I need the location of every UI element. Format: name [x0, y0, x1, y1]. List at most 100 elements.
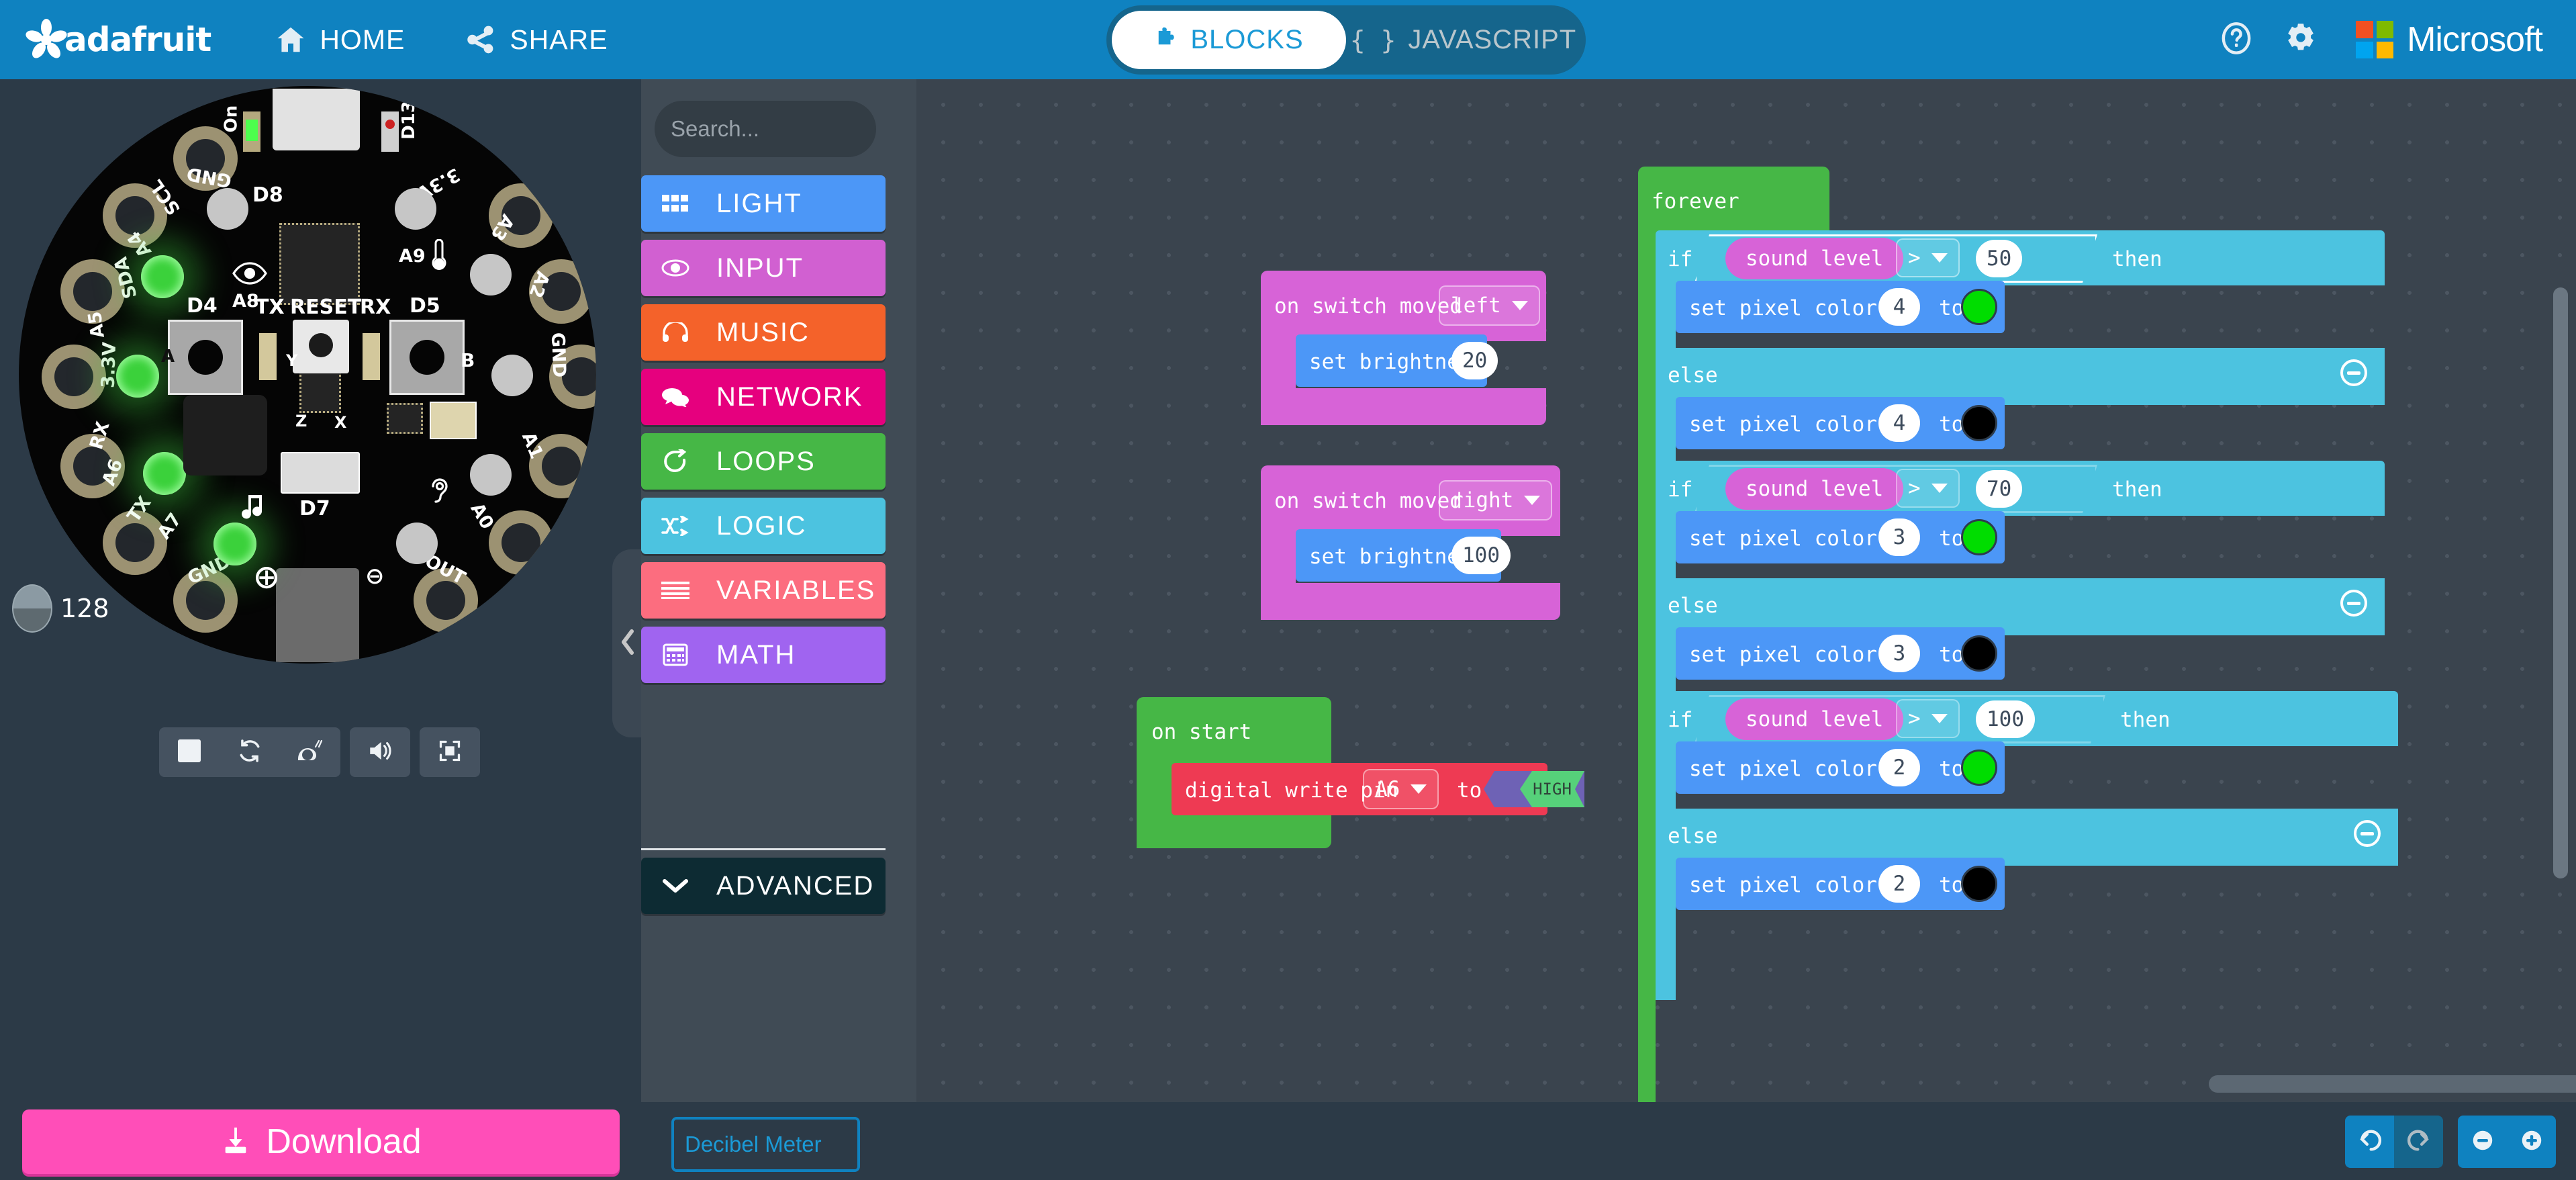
remove-else-button-1[interactable] — [2340, 359, 2367, 386]
pad-33v-left[interactable] — [42, 345, 106, 409]
pixel-color-swatch[interactable] — [1961, 405, 1997, 441]
chevron-down-icon — [1931, 484, 1948, 493]
pixel-index-field[interactable]: 4 — [1878, 404, 1920, 442]
block-forever[interactable]: forever if sound level > 50 then set pix… — [1638, 167, 2558, 1102]
block-set-pixel-color-3b[interactable]: set pixel color at 2 to — [1676, 858, 2005, 910]
tab-blocks[interactable]: BLOCKS — [1112, 11, 1346, 69]
chevron-left-icon — [619, 627, 636, 660]
if-label-1: if — [1668, 247, 1693, 271]
threshold-field-1[interactable]: 50 — [1976, 240, 2023, 277]
collapse-simulator-button[interactable] — [612, 549, 643, 737]
slider-knob[interactable] — [12, 584, 52, 633]
undo-button[interactable] — [2345, 1116, 2394, 1168]
project-name-box[interactable] — [671, 1117, 860, 1172]
workspace-vertical-scrollbar[interactable] — [2553, 287, 2568, 878]
project-name-input[interactable] — [674, 1120, 857, 1169]
operator-dropdown-1[interactable]: > — [1896, 238, 1960, 277]
slow-motion-button[interactable] — [280, 727, 340, 777]
redo-button[interactable] — [2394, 1116, 2443, 1168]
pixel-color-swatch[interactable] — [1961, 750, 1997, 786]
pixel-index-field[interactable]: 3 — [1878, 635, 1920, 672]
block-set-pixel-color-3a[interactable]: set pixel color at 2 to — [1676, 741, 2005, 794]
adafruit-brand[interactable]: adafruit — [26, 19, 211, 60]
zoom-in-button[interactable] — [2507, 1116, 2556, 1168]
operator-dropdown-3[interactable]: > — [1896, 699, 1960, 738]
threshold-value-1: 50 — [1987, 246, 2012, 271]
share-button[interactable]: SHARE — [445, 0, 628, 79]
block-on-switch-moved-left[interactable]: on switch moved left set brightness 20 — [1261, 271, 1546, 425]
download-button[interactable]: Download — [22, 1109, 620, 1174]
pixel-color-swatch[interactable] — [1961, 519, 1997, 555]
home-button[interactable]: HOME — [255, 0, 425, 79]
light-sensor-slider[interactable]: 128 — [12, 584, 109, 633]
operator-dropdown-2[interactable]: > — [1896, 469, 1960, 508]
category-network[interactable]: NETWORK — [641, 369, 886, 425]
stop-button[interactable] — [159, 727, 220, 777]
help-button[interactable] — [2204, 0, 2269, 79]
tab-javascript[interactable]: { } JAVASCRIPT — [1346, 11, 1580, 69]
category-music[interactable]: MUSIC — [641, 304, 886, 361]
battery-connector-bottom — [276, 568, 359, 662]
pixel-color-swatch[interactable] — [1961, 635, 1997, 672]
blocks-workspace[interactable]: on switch moved left set brightness 20 o… — [916, 79, 2576, 1102]
category-math[interactable]: MATH — [641, 627, 886, 683]
remove-else-button-2[interactable] — [2340, 590, 2367, 617]
block-if-else-3[interactable]: if sound level > 100 then set pixel colo… — [1656, 691, 2398, 1000]
redo-icon — [2405, 1127, 2432, 1157]
settings-button[interactable] — [2269, 0, 2333, 79]
threshold-field-2[interactable]: 70 — [1976, 470, 2023, 508]
fullscreen-button[interactable] — [420, 727, 480, 777]
pixel-index-value: 4 — [1893, 411, 1906, 435]
pad-a1[interactable] — [489, 510, 553, 575]
circuit-playground-board[interactable]: GND SCL A4 SDA A5 3.3V RX A6 TX A7 GND A… — [19, 86, 596, 664]
pin-dropdown[interactable]: A6 — [1363, 769, 1439, 809]
category-input-label: INPUT — [716, 253, 804, 283]
block-set-brightness-20[interactable]: set brightness 20 — [1296, 334, 1498, 387]
category-input[interactable]: INPUT — [641, 240, 886, 296]
switch-left-dropdown[interactable]: left — [1439, 285, 1540, 326]
search-input[interactable] — [671, 116, 956, 142]
slide-switch[interactable] — [281, 452, 360, 494]
block-digital-write-pin[interactable]: digital write pin A6 to HIGH — [1172, 763, 1584, 815]
block-set-pixel-color-2b[interactable]: set pixel color at 3 to — [1676, 627, 2005, 680]
zoom-out-button[interactable] — [2458, 1116, 2507, 1168]
pixel-index-field[interactable]: 2 — [1878, 749, 1920, 786]
block-set-pixel-color-1b[interactable]: set pixel color at 4 to — [1676, 397, 2005, 449]
pixel-color-swatch[interactable] — [1961, 866, 1997, 902]
pixel-index-field[interactable]: 2 — [1878, 865, 1920, 903]
boolean-value-block[interactable]: HIGH — [1484, 771, 1584, 807]
category-logic[interactable]: LOGIC — [641, 498, 886, 554]
pixel-index-field[interactable]: 4 — [1878, 288, 1920, 326]
category-loops[interactable]: LOOPS — [641, 433, 886, 490]
block-set-pixel-color-2a[interactable]: set pixel color at 3 to — [1676, 511, 2005, 563]
block-on-switch-moved-right[interactable]: on switch moved right set brightness 100 — [1261, 465, 1560, 620]
brightness-value-field[interactable]: 100 — [1451, 537, 1511, 574]
category-advanced[interactable]: ADVANCED — [641, 858, 886, 914]
microsoft-logo[interactable]: Microsoft — [2356, 19, 2543, 60]
pixel-index-field[interactable]: 3 — [1878, 518, 1920, 556]
block-set-pixel-color-1a[interactable]: set pixel color at 4 to — [1676, 281, 2005, 333]
category-light[interactable]: LIGHT — [641, 175, 886, 232]
block-on-start[interactable]: on start digital write pin A6 to HIGH — [1137, 697, 1584, 848]
workspace-horizontal-scrollbar[interactable] — [2209, 1075, 2576, 1093]
eye-icon — [660, 259, 691, 277]
pixel-color-swatch[interactable] — [1961, 289, 1997, 325]
sensor-sound-level-2[interactable]: sound level — [1725, 468, 1904, 510]
neopixel-5 — [395, 188, 436, 230]
remove-else-button-3[interactable] — [2354, 820, 2381, 847]
sensor-sound-level-3[interactable]: sound level — [1725, 698, 1904, 740]
block-set-brightness-100[interactable]: set brightness 100 — [1296, 529, 1511, 582]
chevron-down-icon — [1524, 496, 1541, 505]
category-variables[interactable]: VARIABLES — [641, 562, 886, 619]
label-axis-y: Y — [286, 351, 298, 370]
brightness-value-field[interactable]: 20 — [1451, 342, 1498, 379]
mute-button[interactable] — [350, 727, 410, 777]
switch-right-dropdown[interactable]: right — [1439, 480, 1553, 520]
search-box[interactable] — [655, 101, 979, 157]
neopixel-8 — [470, 454, 512, 496]
button-b[interactable] — [389, 320, 465, 395]
button-a[interactable] — [168, 320, 243, 395]
sensor-sound-level-1[interactable]: sound level — [1725, 238, 1904, 279]
threshold-field-3[interactable]: 100 — [1976, 700, 2035, 738]
restart-button[interactable] — [220, 727, 280, 777]
